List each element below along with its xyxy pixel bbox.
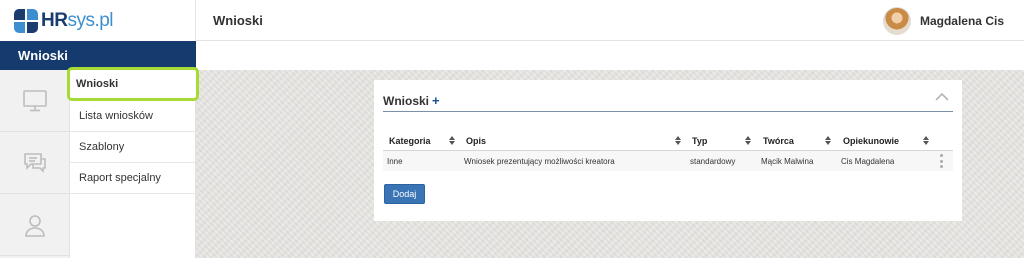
requests-table: Kategoria Opis Typ Twórca Opiekunowie In… [383,132,953,171]
submenu-item-lista-wnioskow[interactable]: Lista wniosków [70,101,195,132]
add-request-icon[interactable]: + [432,93,440,108]
sidebar-header: Wnioski [0,41,196,70]
sort-icon[interactable] [745,136,751,146]
sidebar-icon-monitor[interactable] [0,70,69,132]
submenu-item-szablony[interactable]: Szablony [70,132,195,163]
panel-divider [383,111,953,112]
chat-icon [23,152,46,173]
sidebar-icon-user[interactable] [0,194,69,256]
panel-title: Wnioski + [383,93,440,108]
cell-tworca: Mącik Malwina [761,157,814,166]
cell-kategoria: Inne [387,157,403,166]
cell-typ: standardowy [690,157,736,166]
logo[interactable]: HRsys.pl [0,0,196,41]
user-menu[interactable]: Magdalena Cis [882,7,1004,35]
logo-mark-icon [14,8,38,33]
submenu-item-wnioski[interactable]: Wnioski [67,67,199,101]
row-menu-icon[interactable] [940,154,944,168]
logo-text: HRsys.pl [41,9,114,32]
column-header-opiekunowie[interactable]: Opiekunowie [843,136,899,146]
user-name[interactable]: Magdalena Cis [920,14,1004,28]
cell-opis: Wniosek prezentujący możliwości kreatora [464,157,615,166]
sort-icon[interactable] [825,136,831,146]
column-header-opis[interactable]: Opis [466,136,486,146]
add-button[interactable]: Dodaj [384,184,425,204]
panel-title-text: Wnioski [383,94,430,108]
sort-icon[interactable] [923,136,929,146]
column-header-tworca[interactable]: Twórca [763,136,794,146]
cell-opiekunowie: Cis Magdalena [841,157,895,166]
table-row[interactable]: Inne Wniosek prezentujący możliwości kre… [383,151,953,171]
column-header-typ[interactable]: Typ [692,136,707,146]
submenu: Wnioski Lista wniosków Szablony Raport s… [67,67,199,258]
sidebar-icon-chat[interactable] [0,132,69,194]
user-icon [24,214,45,237]
submenu-item-raport-specjalny[interactable]: Raport specjalny [70,163,195,194]
monitor-icon [22,89,47,111]
sort-icon[interactable] [449,136,455,146]
page-title: Wnioski [213,12,263,28]
table-header: Kategoria Opis Typ Twórca Opiekunowie [383,132,953,151]
sidebar-icon-column [0,70,70,258]
logo-text-bold: HR [41,9,68,31]
avatar[interactable] [882,7,911,35]
logo-text-light: sys.pl [67,9,114,31]
column-header-kategoria[interactable]: Kategoria [389,136,431,146]
top-bar: Wnioski Magdalena Cis [196,0,1024,41]
requests-panel: Wnioski + Kategoria Opis Typ Twórca Opiek… [374,80,962,221]
sort-icon[interactable] [675,136,681,146]
chevron-up-icon[interactable] [935,92,949,102]
